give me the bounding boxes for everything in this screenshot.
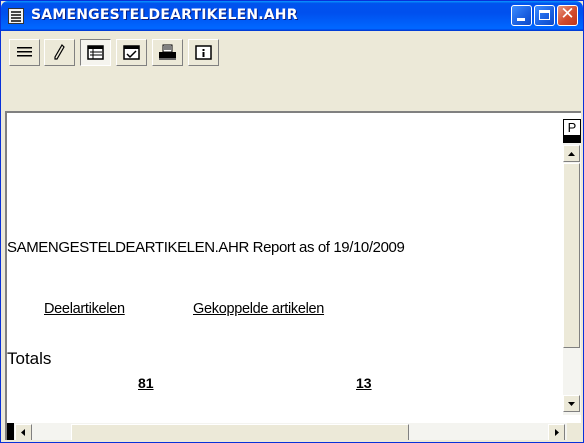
report-app-icon[interactable] bbox=[8, 8, 24, 24]
minimize-button[interactable] bbox=[511, 5, 532, 26]
edit-tool-button[interactable] bbox=[44, 39, 75, 66]
horizontal-scroll-thumb[interactable] bbox=[71, 424, 409, 440]
pencil-icon bbox=[54, 44, 65, 60]
window-title: SAMENGESTELDEARTIKELEN.AHR bbox=[31, 7, 298, 23]
minimize-icon bbox=[517, 18, 525, 21]
total-gekoppelde-artikelen[interactable]: 13 bbox=[356, 375, 372, 391]
report-window: SAMENGESTELDEARTIKELEN.AHR ✕ SAMENGESTEL… bbox=[0, 0, 584, 443]
info-icon bbox=[195, 45, 212, 60]
close-icon: ✕ bbox=[560, 4, 575, 24]
toolbar bbox=[5, 33, 581, 101]
table-view-tool-button[interactable] bbox=[80, 39, 111, 66]
close-button[interactable]: ✕ bbox=[557, 4, 578, 26]
report-pane: SAMENGESTELDEARTIKELEN.AHR Report as of … bbox=[5, 111, 581, 440]
scroll-right-button[interactable] bbox=[548, 424, 565, 440]
column-header-deelartikelen[interactable]: Deelartikelen bbox=[44, 301, 125, 317]
printer-icon bbox=[159, 44, 176, 60]
info-tool-button[interactable] bbox=[188, 39, 219, 66]
vertical-scroll-thumb[interactable] bbox=[563, 163, 580, 348]
checklist-icon bbox=[123, 45, 140, 60]
report-heading: SAMENGESTELDEARTIKELEN.AHR Report as of … bbox=[7, 239, 405, 256]
scroll-up-button[interactable] bbox=[563, 145, 580, 162]
print-tool-button[interactable] bbox=[152, 39, 183, 66]
scroll-left-button[interactable] bbox=[15, 424, 32, 440]
arrow-up-icon bbox=[568, 152, 575, 156]
total-deelartikelen[interactable]: 81 bbox=[138, 375, 154, 391]
scrollbar-corner bbox=[567, 423, 581, 440]
totals-label: Totals bbox=[7, 349, 52, 368]
table-view-icon bbox=[87, 45, 104, 60]
column-header-gekoppelde-artikelen[interactable]: Gekoppelde artikelen bbox=[193, 301, 324, 317]
maximize-button[interactable] bbox=[534, 5, 555, 26]
arrow-right-icon bbox=[555, 429, 559, 436]
arrow-left-icon bbox=[21, 429, 25, 436]
page-marker: P bbox=[563, 119, 581, 136]
lines-menu-icon bbox=[17, 47, 32, 57]
arrow-down-icon bbox=[568, 402, 575, 406]
maximize-icon bbox=[539, 10, 550, 20]
checklist-tool-button[interactable] bbox=[116, 39, 147, 66]
title-bar[interactable]: SAMENGESTELDEARTIKELEN.AHR ✕ bbox=[1, 1, 583, 31]
menu-tool-button[interactable] bbox=[9, 39, 40, 66]
horizontal-scroll-marker bbox=[7, 423, 14, 440]
scroll-down-button[interactable] bbox=[563, 395, 580, 412]
